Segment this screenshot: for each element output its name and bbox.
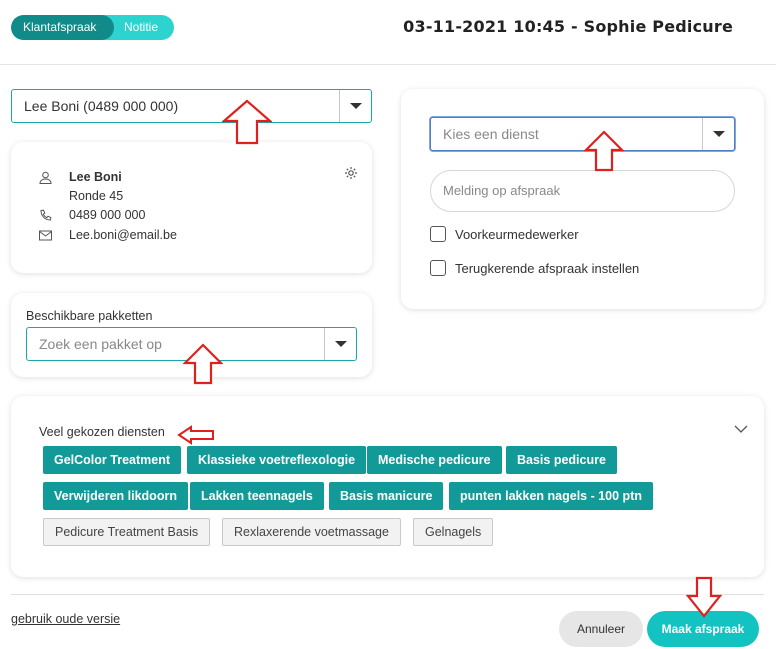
preferred-employee-checkbox[interactable] — [430, 226, 446, 242]
recurring-label: Terugkerende afspraak instellen — [455, 260, 640, 276]
up-arrow-annotation — [584, 130, 624, 172]
up-arrow-annotation — [222, 99, 272, 145]
recurring-row[interactable]: Terugkerende afspraak instellen — [430, 260, 639, 276]
appointment-note-input[interactable]: Melding op afspraak — [430, 170, 735, 212]
client-select[interactable]: Lee Boni (0489 000 000) — [11, 89, 372, 123]
client-phone-row: 0489 000 000 — [38, 208, 145, 222]
service-chip[interactable]: Klassieke voetreflexologie — [187, 446, 367, 474]
chevron-down-icon[interactable] — [339, 90, 371, 122]
cancel-button[interactable]: Annuleer — [559, 611, 643, 647]
tab-notitie[interactable]: Notitie — [114, 15, 168, 40]
service-chip[interactable]: Pedicure Treatment Basis — [43, 518, 211, 546]
header-divider — [0, 64, 776, 65]
service-chip[interactable]: Lakken teennagels — [190, 482, 324, 510]
popular-services-label: Veel gekozen diensten — [39, 425, 165, 439]
client-address: Ronde 45 — [69, 189, 124, 203]
service-chip[interactable]: Medische pedicure — [367, 446, 502, 474]
client-email: Lee.boni@email.be — [69, 228, 177, 242]
up-arrow-annotation — [183, 343, 223, 385]
footer-divider — [11, 594, 764, 595]
client-name: Lee Boni — [69, 170, 122, 184]
appointment-type-toggle: Klantafspraak Notitie — [11, 15, 174, 40]
service-chip[interactable]: Verwijderen likdoorn — [43, 482, 188, 510]
chevron-down-icon[interactable] — [702, 118, 734, 150]
left-arrow-annotation — [177, 425, 214, 445]
client-name-row: Lee Boni — [38, 170, 122, 184]
service-chip[interactable]: Basis pedicure — [506, 446, 617, 474]
phone-icon — [38, 208, 52, 222]
down-arrow-annotation — [686, 576, 722, 618]
client-phone: 0489 000 000 — [69, 208, 146, 222]
service-select[interactable]: Kies een dienst — [430, 117, 735, 151]
service-chip[interactable]: GelColor Treatment — [43, 446, 181, 474]
service-chip[interactable]: Gelnagels — [413, 518, 494, 546]
service-select-placeholder: Kies een dienst — [443, 126, 539, 142]
chevron-down-icon[interactable] — [324, 328, 356, 360]
service-chip[interactable]: Rexlaxerende voetmassage — [222, 518, 401, 546]
preferred-employee-label: Voorkeurmedewerker — [455, 226, 579, 242]
preferred-employee-row[interactable]: Voorkeurmedewerker — [430, 226, 579, 242]
gear-icon[interactable] — [344, 166, 358, 183]
recurring-checkbox[interactable] — [430, 260, 446, 276]
page-title: 03-11-2021 10:45 - Sophie Pedicure — [403, 17, 733, 36]
tab-klantafspraak[interactable]: Klantafspraak — [11, 15, 114, 40]
envelope-icon — [38, 228, 52, 242]
package-search-placeholder: Zoek een pakket op — [39, 336, 162, 352]
client-select-value: Lee Boni (0489 000 000) — [24, 98, 179, 114]
old-version-link[interactable]: gebruik oude versie — [11, 612, 120, 626]
packages-label: Beschikbare pakketten — [26, 309, 153, 323]
chevron-down-icon[interactable] — [734, 422, 748, 437]
user-icon — [38, 170, 52, 184]
client-email-row: Lee.boni@email.be — [38, 228, 177, 242]
service-chip[interactable]: punten lakken nagels - 100 ptn — [449, 482, 653, 510]
service-chip[interactable]: Basis manicure — [329, 482, 444, 510]
